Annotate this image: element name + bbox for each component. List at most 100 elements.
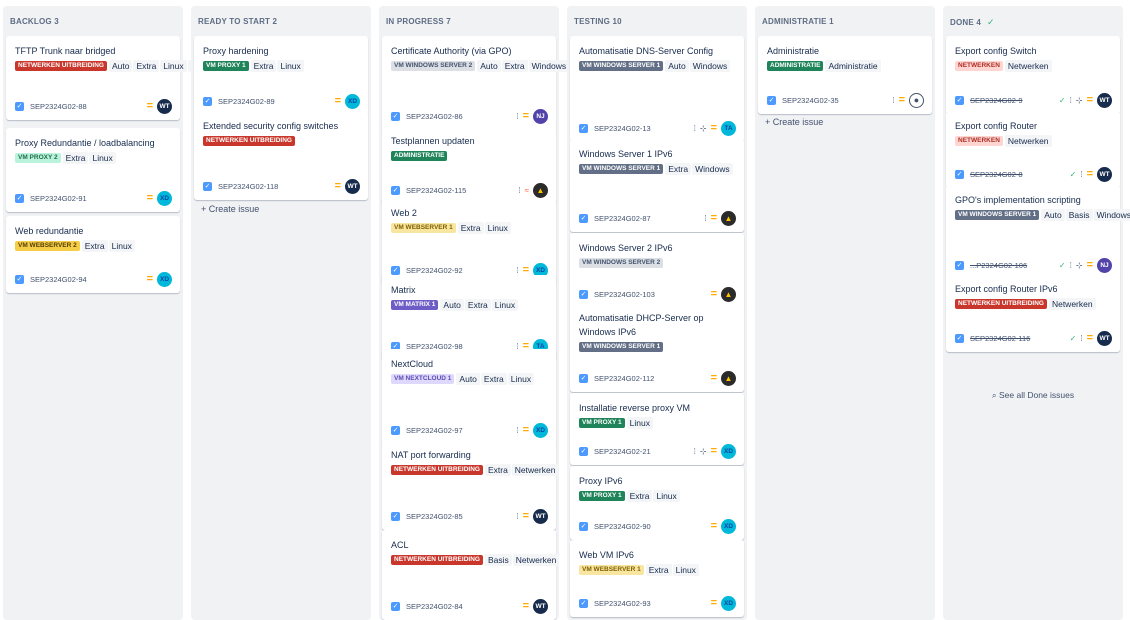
assignee-photo-avatar[interactable]: ▲ — [721, 371, 736, 386]
issue-card[interactable]: Web VM IPv6 VM WEBSERVER 1 Extra Linux ✓ SEP2… — [570, 540, 744, 617]
issue-key[interactable]: SEP2324G02-115 — [406, 185, 466, 196]
issue-key[interactable]: SEP2324G02-112 — [594, 373, 654, 384]
task-type-icon: ✓ — [767, 96, 776, 105]
issue-title: ACL — [391, 540, 409, 550]
assignee-avatar[interactable]: WT — [345, 179, 360, 194]
assignee-avatar[interactable]: TA — [721, 121, 736, 136]
issue-key[interactable]: SEP2324G02-35 — [782, 95, 839, 106]
issue-tag: Windows — [689, 60, 731, 72]
see-all-done-link[interactable]: ⌕ See all Done issues — [943, 390, 1123, 401]
assignee-photo-avatar[interactable]: ▲ — [721, 211, 736, 226]
issue-card[interactable]: Installatie reverse proxy VM VM PROXY 1 Li… — [570, 393, 744, 465]
issue-key[interactable]: SEP2324G02-8 — [970, 169, 1023, 180]
issue-card[interactable]: Proxy Redundantie / loadbalancing VM PROX… — [6, 128, 180, 212]
column-header[interactable]: IN PROGRESS 7 — [386, 17, 451, 26]
issue-footer: ✓ SEP2324G02-35 ⁞ = ● — [767, 93, 924, 108]
assignee-photo-avatar[interactable]: ▲ — [721, 287, 736, 302]
issue-card[interactable]: Automatisatie DNS-Server Config VM WINDOW… — [570, 36, 744, 142]
issue-card[interactable]: ACL NETWERKEN UITBREIDING Basis Netwerken ✓ S… — [382, 530, 560, 620]
issue-key[interactable]: SEP2324G02-85 — [406, 511, 463, 522]
issue-card[interactable]: Certificate Authority (via GPO) VM WINDOW… — [382, 36, 570, 130]
issue-card[interactable]: Export config Router NETWERKEN Netwerken ✓ S… — [946, 111, 1120, 188]
assignee-avatar[interactable]: WT — [1097, 93, 1112, 108]
issue-card[interactable]: NAT port forwarding NETWERKEN UITBREIDING… — [382, 440, 559, 530]
assignee-avatar[interactable]: XD — [157, 191, 172, 206]
task-type-icon: ✓ — [15, 194, 24, 203]
issue-key[interactable]: SEP2324G02-103 — [594, 289, 655, 300]
column-header[interactable]: READY TO START 2 — [198, 17, 277, 26]
issue-labels: ADMINISTRATIE Administratie — [767, 60, 924, 74]
issue-key[interactable]: SEP2324G02-93 — [594, 598, 651, 609]
issue-key[interactable]: SEP2324G02-87 — [594, 213, 651, 224]
task-type-icon: ✓ — [391, 602, 400, 611]
issue-tag: Netwerken — [512, 554, 560, 566]
issue-card[interactable]: Web 2 VM WEBSERVER 1 Extra Linux ✓ SEP2324G02… — [382, 198, 556, 284]
issue-meta: ⁞ = ▲ — [700, 211, 736, 226]
issue-meta: ⁞ ⊹ = XD — [690, 444, 736, 459]
assignee-avatar[interactable]: WT — [533, 599, 548, 614]
assignee-avatar[interactable]: XD — [721, 519, 736, 534]
issue-card[interactable]: NextCloud VM NEXTCLOUD 1 Auto Extra Linux ✓ SE… — [382, 349, 556, 444]
issue-key[interactable]: SEP2324G02-84 — [406, 601, 463, 612]
issue-card[interactable]: Export config Switch NETWERKEN Netwerken ✓ S… — [946, 36, 1120, 114]
issue-meta: ✓ ⁞ ⊹ = WT — [1055, 93, 1112, 108]
assignee-avatar[interactable]: XD — [157, 272, 172, 287]
issue-key[interactable]: SEP2324G02-13 — [594, 123, 651, 134]
issue-card[interactable]: Testplannen updaten ADMINISTRATIE ✓ SEP2324… — [382, 126, 556, 204]
issue-key[interactable]: ...P2324G02-106 — [970, 260, 1027, 271]
assignee-avatar[interactable]: WT — [157, 99, 172, 114]
issue-card[interactable]: GPO's implementation scripting VM WINDOWS… — [946, 185, 1130, 279]
assignee-avatar[interactable]: XD — [533, 423, 548, 438]
assignee-avatar[interactable]: WT — [533, 509, 548, 524]
epic-lozenge: VM WEBSERVER 1 — [579, 565, 644, 575]
assignee-avatar[interactable]: NJ — [533, 109, 548, 124]
issue-card[interactable]: Extended security config switches NETWERK… — [194, 111, 368, 200]
issue-card[interactable]: Administratie ADMINISTRATIE Administratie ✓… — [758, 36, 932, 114]
issue-footer: ✓ SEP2324G02-85 ⁞ = WT — [391, 509, 548, 524]
assignee-photo-avatar[interactable]: ▲ — [533, 183, 548, 198]
issue-key[interactable]: SEP2324G02-118 — [218, 181, 278, 192]
issue-card[interactable]: Windows Server 2 IPv6 VM WINDOWS SERVER 2… — [570, 233, 744, 308]
issue-card[interactable]: Windows Server 1 IPv6 VM WINDOWS SERVER 1… — [570, 139, 744, 232]
issue-title: NextCloud — [391, 359, 434, 369]
create-issue-button[interactable]: + Create issue — [201, 204, 259, 214]
create-issue-button[interactable]: + Create issue — [765, 117, 823, 127]
issue-card[interactable]: Proxy hardening VM PROXY 1 Extra Linux ✓ SEP2… — [194, 36, 368, 115]
issue-card[interactable]: Export config Router IPv6 NETWERKEN UITBR… — [946, 274, 1120, 352]
issue-footer: ✓ SEP2324G02-91 = XD — [15, 191, 172, 206]
assignee-avatar[interactable]: WT — [1097, 331, 1112, 346]
issue-tag: Netwerken — [1004, 135, 1052, 147]
assignee-avatar[interactable]: XD — [345, 94, 360, 109]
issue-footer: ✓ SEP2324G02-9 ✓ ⁞ ⊹ = WT — [955, 93, 1112, 108]
unassigned-avatar-icon[interactable]: ● — [909, 93, 924, 108]
assignee-avatar[interactable]: XD — [721, 444, 736, 459]
issue-key[interactable]: SEP2324G02-88 — [30, 101, 87, 112]
column-title: DONE 4 — [950, 18, 981, 27]
issue-key[interactable]: SEP2324G02-89 — [218, 96, 275, 107]
issue-key[interactable]: SEP2324G02-91 — [30, 193, 87, 204]
issue-key[interactable]: SEP2324G02-90 — [594, 521, 651, 532]
column-header[interactable]: TESTING 10 — [574, 17, 622, 26]
issue-card[interactable]: Automatisatie DHCP-Server op Windows IPv… — [570, 303, 744, 392]
issue-key[interactable]: SEP2324G02-94 — [30, 274, 87, 285]
assignee-avatar[interactable]: XD — [721, 596, 736, 611]
assignee-avatar[interactable]: NJ — [1097, 258, 1112, 273]
child-issues-icon: ⊹ — [1075, 96, 1083, 105]
issue-key[interactable]: SEP2324G02-116 — [970, 333, 1030, 344]
assignee-avatar[interactable]: WT — [1097, 167, 1112, 182]
issue-card[interactable]: Matrix VM MATRIX 1 Auto Extra Linux ✓ SEP2324G… — [382, 275, 556, 360]
issue-key[interactable]: SEP2324G02-86 — [406, 111, 463, 122]
issue-tag: Linux — [626, 417, 653, 429]
issue-key[interactable]: SEP2324G02-9 — [970, 95, 1023, 106]
issue-card[interactable]: Web redundantie VM WEBSERVER 2 Extra Linux ✓… — [6, 216, 180, 293]
issue-card[interactable]: TFTP Trunk naar bridged NETWERKEN UITBREI… — [6, 36, 235, 120]
column-header[interactable]: DONE 4 ✓ — [950, 17, 995, 28]
column-header[interactable]: ADMINISTRATIE 1 — [762, 17, 834, 26]
issue-tag: Linux — [672, 564, 699, 576]
issue-labels: VM WEBSERVER 1 Extra Linux — [579, 564, 736, 578]
issue-key[interactable]: SEP2324G02-21 — [594, 446, 651, 457]
priority-medium-icon: = — [522, 110, 529, 122]
column-header[interactable]: BACKLOG 3 — [10, 17, 59, 26]
issue-key[interactable]: SEP2324G02-97 — [406, 425, 463, 436]
issue-card[interactable]: Proxy IPv6 VM PROXY 1 Extra Linux ✓ SEP2324G0… — [570, 466, 744, 540]
